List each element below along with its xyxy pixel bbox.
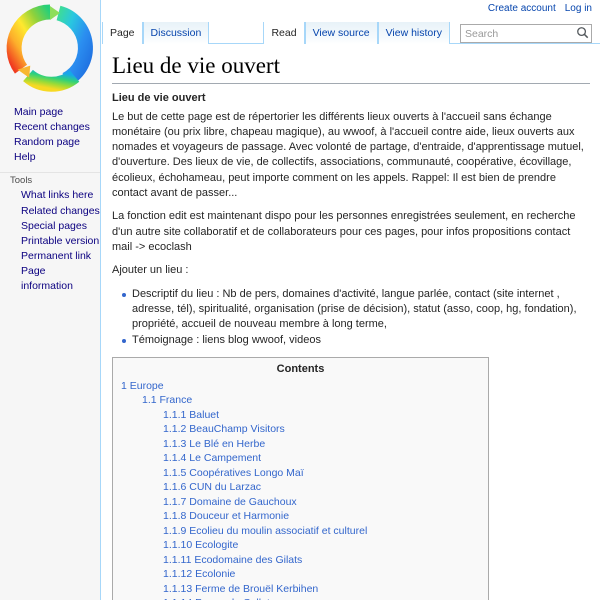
- wiki-page: Main page Recent changes Random page Hel…: [0, 0, 600, 600]
- search-icon[interactable]: [575, 26, 589, 41]
- sidebar-tools-list: What links here Related changes Special …: [0, 188, 100, 293]
- toc-entry[interactable]: 1.1.6 CUN du Larzac: [121, 480, 480, 495]
- intro-paragraph: Le but de cette page est de répertorier …: [112, 110, 584, 200]
- toc-entry[interactable]: 1.1.12 Ecolonie: [121, 567, 480, 582]
- sidebar-link-main-page[interactable]: Main page: [14, 106, 63, 118]
- toc-link[interactable]: 1.1.13 Ferme de Brouël Kerbihen: [163, 583, 318, 595]
- sidebar-link-help[interactable]: Help: [14, 151, 36, 163]
- toc-entry[interactable]: 1.1.8 Douceur et Harmonie: [121, 509, 480, 524]
- sidebar-item-page-information[interactable]: Page information: [0, 264, 100, 293]
- create-account-link[interactable]: Create account: [488, 3, 556, 14]
- sidebar-navigation: Main page Recent changes Random page Hel…: [0, 104, 100, 300]
- bullet-temoignage: Témoignage : liens blog wwoof, videos: [122, 333, 590, 348]
- sidebar-item-printable-version[interactable]: Printable version: [0, 233, 100, 248]
- toc-heading: Contents: [276, 362, 325, 375]
- toc-link[interactable]: 1.1.1 Baluet: [163, 409, 219, 421]
- toc-entry[interactable]: 1.1.4 Le Campement: [121, 451, 480, 466]
- sidebar-item-help[interactable]: Help: [0, 150, 100, 165]
- content-subheading: Lieu de vie ouvert: [112, 91, 206, 104]
- toc-link[interactable]: 1.1.6 CUN du Larzac: [163, 481, 261, 493]
- tab-page[interactable]: Page: [102, 22, 143, 44]
- sidebar-link-special-pages[interactable]: Special pages: [21, 220, 87, 232]
- sidebar-item-recent-changes[interactable]: Recent changes: [0, 119, 100, 134]
- sidebar-portlet-navigation: Main page Recent changes Random page Hel…: [0, 104, 100, 165]
- toc-list: 1 Europe 1.1 France 1.1.1 Baluet 1.1.2 Beau…: [121, 379, 480, 600]
- sidebar-item-main-page[interactable]: Main page: [0, 104, 100, 119]
- content-area: Lieu de vie ouvert Lieu de vie ouvert Le…: [102, 44, 600, 600]
- toc-link[interactable]: 1.1.5 Coopératives Longo Maï: [163, 467, 304, 479]
- sidebar-link-recent-changes[interactable]: Recent changes: [14, 121, 90, 133]
- view-tabs: Read View source View history: [263, 22, 450, 44]
- sidebar-item-what-links-here[interactable]: What links here: [0, 188, 100, 203]
- tab-view-source[interactable]: View source: [304, 22, 378, 44]
- toc-link[interactable]: 1.1.8 Douceur et Harmonie: [163, 510, 289, 522]
- sidebar-portlet-tools: Tools What links here Related changes Sp…: [0, 171, 100, 293]
- sidebar-link-permanent-link[interactable]: Permanent link: [21, 250, 91, 262]
- toc-link[interactable]: 1.1.11 Ecodomaine des Gilats: [163, 554, 302, 566]
- sidebar-link-what-links-here[interactable]: What links here: [21, 189, 93, 201]
- toc-link[interactable]: 1.1.2 BeauChamp Visitors: [163, 423, 285, 435]
- page-title: Lieu de vie ouvert: [112, 52, 590, 84]
- toc-entry[interactable]: 1.1.9 Ecolieu du moulin associatif et cu…: [121, 524, 480, 539]
- tab-view-history[interactable]: View history: [377, 22, 450, 44]
- toc-entry[interactable]: 1.1.1 Baluet: [121, 408, 480, 423]
- toc-entry[interactable]: 1.1.7 Domaine de Gauchoux: [121, 495, 480, 510]
- toc-link[interactable]: 1.1.4 Le Campement: [163, 452, 261, 464]
- sidebar: Main page Recent changes Random page Hel…: [0, 0, 101, 600]
- tab-discussion[interactable]: Discussion: [142, 22, 210, 44]
- body-content: Lieu de vie ouvert Le but de cette page …: [112, 86, 590, 600]
- sidebar-item-related-changes[interactable]: Related changes: [0, 203, 100, 218]
- sidebar-link-related-changes[interactable]: Related changes: [21, 205, 100, 217]
- rainbow-ring-logo[interactable]: [4, 2, 96, 94]
- toc-entry[interactable]: 1 Europe: [121, 379, 480, 394]
- search-input[interactable]: [460, 24, 592, 43]
- bullet-descriptif: Descriptif du lieu : Nb de pers, domaine…: [122, 287, 590, 333]
- toc-link[interactable]: 1.1.10 Ecologite: [163, 539, 238, 551]
- toc-entry[interactable]: 1.1.5 Coopératives Longo Maï: [121, 466, 480, 481]
- toc-entry[interactable]: 1.1.13 Ferme de Brouël Kerbihen: [121, 582, 480, 597]
- sidebar-link-random-page[interactable]: Random page: [14, 136, 80, 148]
- tab-read[interactable]: Read: [263, 22, 305, 44]
- namespace-tabs: Page Discussion: [102, 22, 210, 44]
- toc-link[interactable]: 1.1.9 Ecolieu du moulin associatif et cu…: [163, 525, 367, 537]
- sidebar-item-random-page[interactable]: Random page: [0, 134, 100, 149]
- log-in-link[interactable]: Log in: [565, 3, 592, 14]
- toc-entry[interactable]: 1.1 France: [121, 393, 480, 408]
- toc-link[interactable]: 1.1.7 Domaine de Gauchoux: [163, 496, 297, 508]
- sidebar-link-page-information[interactable]: Page information: [21, 265, 73, 291]
- toc-entry[interactable]: 1.1.14 Ferme du Collet: [121, 596, 480, 600]
- sidebar-nav-list: Main page Recent changes Random page Hel…: [0, 104, 100, 165]
- personal-tools: Create account Log in: [479, 3, 592, 14]
- edit-notice-paragraph: La fonction edit est maintenant dispo po…: [112, 210, 576, 253]
- add-place-lead: Ajouter un lieu :: [112, 264, 189, 277]
- sidebar-link-printable-version[interactable]: Printable version: [21, 235, 99, 247]
- sidebar-tools-heading: Tools: [0, 171, 100, 188]
- toc-entry[interactable]: 1.1.11 Ecodomaine des Gilats: [121, 553, 480, 568]
- toc-entry[interactable]: 1.1.3 Le Blé en Herbe: [121, 437, 480, 452]
- sidebar-item-special-pages[interactable]: Special pages: [0, 218, 100, 233]
- toc-entry[interactable]: 1.1.10 Ecologite: [121, 538, 480, 553]
- toc-entry[interactable]: 1.1.2 BeauChamp Visitors: [121, 422, 480, 437]
- toc-link[interactable]: 1.1.12 Ecolonie: [163, 568, 235, 580]
- add-place-bullet-list: Descriptif du lieu : Nb de pers, domaine…: [112, 287, 590, 349]
- sidebar-item-permanent-link[interactable]: Permanent link: [0, 249, 100, 264]
- toc-link[interactable]: 1.1.3 Le Blé en Herbe: [163, 438, 265, 450]
- search-form: [460, 24, 592, 43]
- table-of-contents: Contents 1 Europe 1.1 France 1.1.1 Baluet 1…: [112, 356, 489, 600]
- toc-link[interactable]: 1.1 France: [142, 394, 192, 406]
- toc-link[interactable]: 1 Europe: [121, 380, 164, 392]
